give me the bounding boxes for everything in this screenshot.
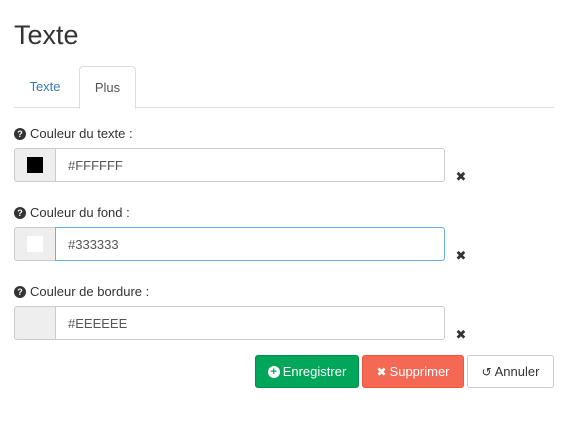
border-color-group — [14, 306, 445, 340]
undo-icon: ↺ — [481, 364, 492, 379]
text-color-swatch — [27, 157, 43, 173]
background-color-swatch — [27, 236, 43, 252]
cancel-button[interactable]: ↺ Annuler — [467, 355, 554, 388]
border-color-input[interactable] — [55, 306, 445, 340]
question-circle-icon: ? — [14, 286, 26, 298]
border-color-swatch-button[interactable] — [14, 306, 55, 340]
question-circle-icon: ? — [14, 207, 26, 219]
tab-texte[interactable]: Texte — [14, 66, 76, 108]
border-color-label-text: Couleur de bordure : — [30, 284, 150, 299]
cancel-button-label: Annuler — [494, 364, 540, 379]
background-color-input[interactable] — [55, 227, 445, 261]
save-button-label: Enregistrer — [282, 364, 347, 379]
times-icon: ✖ — [376, 364, 387, 379]
text-color-label-text: Couleur du texte : — [30, 126, 133, 141]
border-color-label: ? Couleur de bordure : — [14, 284, 149, 300]
text-color-input[interactable] — [55, 148, 445, 182]
background-color-clear-icon[interactable]: ✖ — [455, 249, 467, 262]
question-circle-icon: ? — [14, 128, 26, 140]
text-color-group — [14, 148, 445, 182]
background-color-swatch-button[interactable] — [14, 227, 55, 261]
page-title: Texte — [14, 20, 79, 50]
delete-button[interactable]: ✖ Supprimer — [362, 355, 464, 388]
delete-button-label: Supprimer — [389, 364, 450, 379]
background-color-label: ? Couleur du fond : — [14, 205, 130, 221]
background-color-group — [14, 227, 445, 261]
save-button[interactable]: + Enregistrer — [255, 355, 359, 388]
text-color-swatch-button[interactable] — [14, 148, 55, 182]
text-color-label: ? Couleur du texte : — [14, 126, 133, 142]
border-color-clear-icon[interactable]: ✖ — [455, 328, 467, 341]
tab-plus[interactable]: Plus — [79, 66, 136, 109]
background-color-label-text: Couleur du fond : — [30, 205, 130, 220]
tab-bar: Texte Plus — [14, 66, 554, 109]
plus-circle-icon: + — [267, 365, 280, 378]
border-color-swatch — [27, 315, 43, 331]
text-color-clear-icon[interactable]: ✖ — [455, 170, 467, 183]
